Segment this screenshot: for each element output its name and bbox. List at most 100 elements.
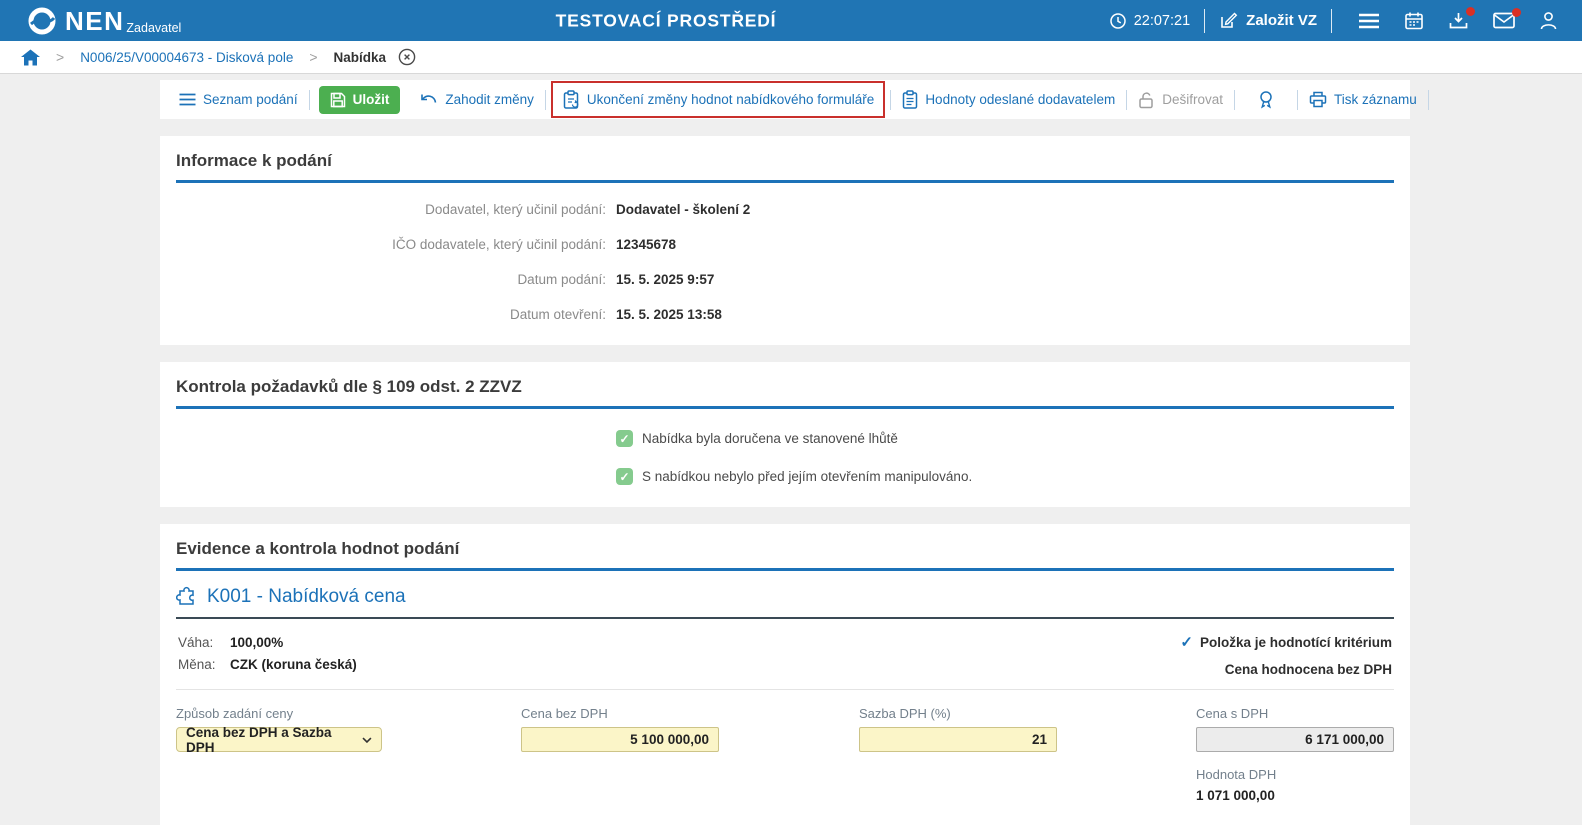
check-row-delivered-on-time: ✓ Nabídka byla doručena ve stanovené lhů… (616, 430, 1394, 447)
blue-check-icon: ✓ (1180, 634, 1193, 651)
end-value-change-label: Ukončení změny hodnot nabídkového formul… (586, 92, 875, 107)
green-check-icon: ✓ (616, 468, 633, 485)
field-row-supplier: Dodavatel, který učinil podání: Dodavate… (176, 201, 1394, 218)
vat-amount-group: Hodnota DPH 1 071 000,00 (1196, 767, 1394, 803)
discard-changes-button[interactable]: Zahodit změny (409, 92, 545, 107)
messages-button[interactable] (1493, 8, 1521, 29)
save-label: Uložit (352, 92, 390, 107)
clipboard-values-icon (903, 90, 918, 109)
field-value: Dodavatel - školení 2 (616, 202, 751, 217)
field-label: Dodavatel, který učinil podání: (425, 202, 606, 217)
divider (1204, 8, 1206, 33)
toolbar-separator (308, 89, 310, 110)
currency-label: Měna: (178, 657, 216, 672)
price-evaluation-note: Cena hodnocena bez DPH (1224, 662, 1392, 677)
chevron-right-icon: > (309, 49, 318, 65)
calendar-icon (1405, 12, 1423, 29)
values-evidence-section: Evidence a kontrola hodnot podání K001 -… (160, 524, 1410, 825)
breadcrumb-current-tab: Nabídka (333, 49, 387, 65)
weight-value: 100,00% (230, 635, 284, 650)
criterion-meta: Váha: 100,00% Měna: CZK (koruna česká) ✓… (176, 619, 1394, 690)
toolbar-separator (1427, 89, 1429, 110)
save-icon (330, 92, 345, 107)
field-value: 15. 5. 2025 13:58 (616, 307, 722, 322)
field-value: 15. 5. 2025 9:57 (616, 272, 715, 287)
breadcrumb: > N006/25/V00004673 - Disková pole > Nab… (0, 41, 1582, 74)
section-title: Evidence a kontrola hodnot podání (176, 534, 1394, 571)
list-of-submissions-button[interactable]: Seznam podání (168, 92, 309, 107)
breadcrumb-link-procurement[interactable]: N006/25/V00004673 - Disková pole (80, 50, 293, 65)
print-record-button[interactable]: Tisk záznamu (1298, 91, 1428, 108)
divider (1331, 8, 1332, 33)
decrypt-label: Dešifrovat (1162, 92, 1223, 107)
puzzle-icon (176, 586, 194, 605)
save-button[interactable]: Uložit (318, 85, 401, 114)
end-value-change-button[interactable]: Ukončení změny hodnot nabídkového formul… (550, 81, 886, 118)
messages-notification-dot (1512, 8, 1521, 17)
field-label: IČO dodavatele, který učinil podání: (392, 237, 606, 252)
criterion-flag-label: Položka je hodnotící kritérium (1199, 634, 1392, 650)
criterion-title: K001 - Nabídková cena (207, 586, 406, 607)
create-vz-button[interactable]: Založit VZ (1219, 11, 1317, 30)
top-bar: NEN Zadavatel TESTOVACÍ PROSTŘEDÍ 22:07:… (0, 0, 1582, 41)
price-method-select[interactable]: Cena bez DPH a Sazba DPH (176, 724, 382, 755)
home-icon (21, 49, 40, 65)
field-value: 12345678 (616, 237, 677, 252)
gross-price-readonly-field: 6 171 000,00 (1196, 727, 1394, 752)
create-vz-label: Založit VZ (1246, 12, 1317, 29)
brand-subtitle: Zadavatel (126, 20, 182, 35)
print-record-label: Tisk záznamu (1333, 92, 1417, 107)
decrypt-button[interactable]: Dešifrovat (1127, 91, 1234, 109)
price-form: Způsob zadání ceny Cena bez DPH a Sazba … (176, 690, 1394, 803)
criterion-k001-header: K001 - Nabídková cena (176, 571, 1394, 619)
weight-row: Váha: 100,00% (178, 635, 357, 650)
nen-logo[interactable]: NEN Zadavatel (27, 6, 181, 36)
seal-button[interactable] (1235, 90, 1297, 110)
chevron-down-icon (362, 736, 372, 743)
nen-logo-icon (28, 7, 56, 34)
home-button[interactable] (21, 49, 40, 66)
check-label: Nabídka byla doručena ve stanovené lhůtě (642, 431, 898, 446)
chevron-right-icon: > (56, 49, 65, 65)
printer-icon (1309, 91, 1327, 108)
discard-changes-label: Zahodit změny (445, 92, 534, 107)
gross-price-group: Cena s DPH 6 171 000,00 Hodnota DPH 1 07… (1196, 706, 1394, 803)
net-price-input[interactable]: 5 100 000,00 (521, 727, 719, 752)
price-method-label: Způsob zadání ceny (176, 706, 294, 721)
form-end-change-icon (563, 90, 579, 109)
vat-rate-input[interactable]: 21 (859, 727, 1057, 752)
menu-icon (1359, 13, 1379, 28)
user-profile-button[interactable] (1539, 11, 1558, 31)
currency-value: CZK (koruna česká) (230, 657, 357, 672)
calendar-button[interactable] (1404, 11, 1424, 31)
supplier-values-button[interactable]: Hodnoty odeslané dodavatelem (891, 90, 1126, 109)
price-method-selected-value: Cena bez DPH a Sazba DPH (186, 724, 332, 755)
green-check-icon: ✓ (616, 430, 633, 447)
supplier-values-label: Hodnoty odeslané dodavatelem (925, 92, 1116, 107)
field-row-submission-date: Datum podání: 15. 5. 2025 9:57 (176, 271, 1394, 288)
field-row-ico: IČO dodavatele, který učinil podání: 123… (176, 236, 1394, 253)
record-toolbar: Seznam podání Uložit Zahodit změny Ukonč… (160, 80, 1429, 119)
section-title: Kontrola požadavků dle § 109 odst. 2 ZZV… (176, 372, 1394, 409)
menu-button[interactable] (1358, 13, 1380, 29)
vat-amount-value: 1 071 000,00 (1196, 788, 1275, 803)
close-tab-button[interactable] (398, 48, 416, 66)
toolbar-separator (544, 89, 546, 110)
downloads-button[interactable] (1448, 6, 1475, 31)
vat-rate-label: Sazba DPH (%) (859, 706, 951, 721)
vat-rate-group: Sazba DPH (%) 21 (859, 706, 1196, 803)
brand-name: NEN (65, 5, 125, 36)
vat-amount-label: Hodnota DPH (1196, 767, 1277, 782)
criterion-flag-row: ✓ Položka je hodnotící kritérium (1180, 633, 1392, 651)
seal-ribbon-icon (1260, 90, 1272, 109)
unlock-icon (1139, 91, 1153, 108)
user-icon (1540, 11, 1557, 29)
gross-price-label: Cena s DPH (1196, 706, 1269, 721)
undo-icon (421, 94, 437, 103)
clock: 22:07:21 (1109, 12, 1190, 30)
price-method-group: Způsob zadání ceny Cena bez DPH a Sazba … (176, 706, 521, 803)
currency-row: Měna: CZK (koruna česká) (178, 657, 357, 672)
clock-icon (1109, 12, 1126, 29)
field-label: Datum podání: (517, 272, 606, 287)
submission-info-section: Informace k podání Dodavatel, který učin… (160, 136, 1410, 345)
